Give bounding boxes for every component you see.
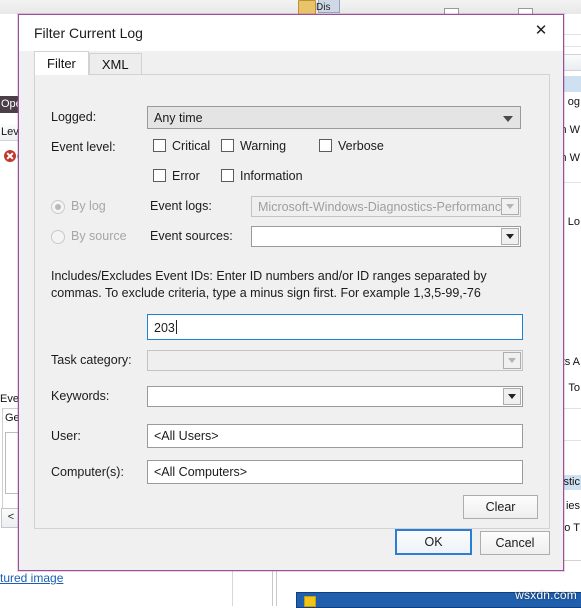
background-right-row: Lo xyxy=(567,216,580,228)
error-icon xyxy=(4,150,16,162)
clear-button[interactable]: Clear xyxy=(463,495,538,519)
filter-panel: Logged: Any time Event level: Critical W… xyxy=(34,74,550,529)
checkbox-error-label: Error xyxy=(172,169,200,183)
background-right-row: ies xyxy=(565,500,580,512)
background-right-row: o T xyxy=(564,522,580,534)
ok-button[interactable]: OK xyxy=(395,529,472,555)
keywords-label: Keywords: xyxy=(51,389,110,403)
checkbox-warning-label: Warning xyxy=(240,139,287,153)
logged-combobox[interactable]: Any time xyxy=(147,106,521,129)
dialog-tabstrip: Filter XML xyxy=(34,51,142,75)
logged-value: Any time xyxy=(154,110,203,125)
event-logs-combobox[interactable]: Microsoft-Windows-Diagnostics-Performanc… xyxy=(251,196,521,217)
user-value: <All Users> xyxy=(154,429,219,443)
text-caret xyxy=(175,319,177,334)
filter-current-log-dialog: Filter Current Log ✕ Filter XML Logged: … xyxy=(18,14,564,571)
dialog-titlebar: Filter Current Log ✕ xyxy=(19,15,563,51)
computers-input[interactable]: <All Computers> xyxy=(147,460,523,484)
dialog-title: Filter Current Log xyxy=(34,25,143,41)
checkbox-information[interactable] xyxy=(221,169,234,182)
task-category-combobox[interactable] xyxy=(147,350,523,371)
event-sources-label: Event sources: xyxy=(150,229,233,243)
chevron-down-icon[interactable] xyxy=(501,228,519,245)
close-icon[interactable]: ✕ xyxy=(519,15,563,45)
background-right-row: og xyxy=(567,96,580,108)
chevron-down-icon[interactable] xyxy=(501,198,519,215)
radio-by-log-label: By log xyxy=(71,199,106,213)
checkbox-warning[interactable] xyxy=(221,139,234,152)
keywords-combobox[interactable] xyxy=(147,386,523,407)
background-link[interactable]: tured image xyxy=(0,571,63,585)
cancel-button[interactable]: Cancel xyxy=(480,531,550,555)
user-input[interactable]: <All Users> xyxy=(147,424,523,448)
background-right-row: To xyxy=(568,382,580,394)
checkbox-verbose[interactable] xyxy=(319,139,332,152)
task-category-label: Task category: xyxy=(51,353,132,367)
window-icon xyxy=(304,596,316,607)
background-right-row: ts A xyxy=(561,356,580,368)
checkbox-error[interactable] xyxy=(153,169,166,182)
event-logs-value: Microsoft-Windows-Diagnostics-Performanc… xyxy=(258,199,509,214)
radio-by-source[interactable] xyxy=(51,230,65,244)
tab-filter[interactable]: Filter xyxy=(34,51,89,75)
event-ids-input[interactable]: 203 xyxy=(147,314,523,340)
logged-label: Logged: xyxy=(51,110,97,124)
chevron-down-icon[interactable] xyxy=(503,352,521,369)
computers-label: Computer(s): xyxy=(51,465,124,479)
event-logs-label: Event logs: xyxy=(150,199,212,213)
background-right-row: stic xyxy=(563,476,581,488)
radio-by-source-label: By source xyxy=(71,229,127,243)
computers-value: <All Computers> xyxy=(154,465,248,479)
checkbox-verbose-label: Verbose xyxy=(338,139,384,153)
tab-xml[interactable]: XML xyxy=(88,53,142,75)
watermark: wsxdn.com xyxy=(515,588,577,602)
chevron-down-icon[interactable] xyxy=(502,114,514,123)
background-toolbar-label: Dis xyxy=(316,2,331,13)
radio-by-log[interactable] xyxy=(51,200,65,214)
checkbox-information-label: Information xyxy=(240,169,303,183)
event-ids-value: 203 xyxy=(154,320,175,335)
event-level-label: Event level: xyxy=(51,140,116,154)
event-sources-combobox[interactable] xyxy=(251,226,521,247)
checkbox-critical[interactable] xyxy=(153,139,166,152)
user-label: User: xyxy=(51,429,81,443)
checkbox-critical-label: Critical xyxy=(172,139,211,153)
chevron-down-icon[interactable] xyxy=(503,388,521,405)
event-id-help-text: Includes/Excludes Event IDs: Enter ID nu… xyxy=(51,269,487,300)
background-toolbar xyxy=(0,0,581,15)
